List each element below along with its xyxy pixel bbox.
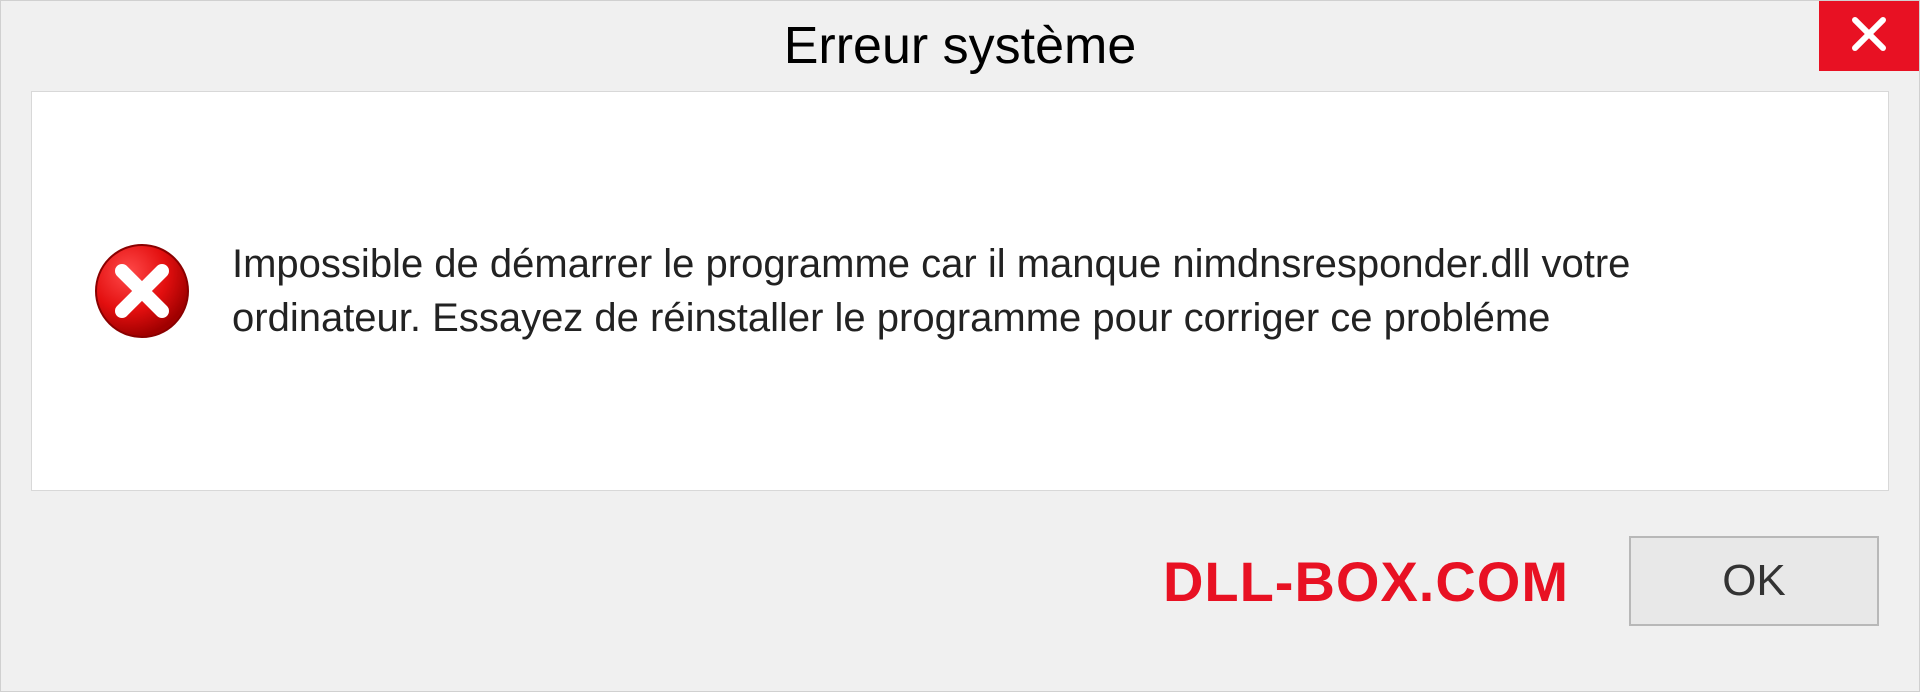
brand-label: DLL-BOX.COM: [1163, 549, 1569, 614]
error-icon: [92, 241, 192, 341]
error-dialog: Erreur système: [0, 0, 1920, 692]
error-message: Impossible de démarrer le programme car …: [232, 237, 1828, 345]
close-button[interactable]: [1819, 1, 1919, 71]
dialog-footer: DLL-BOX.COM OK: [1, 491, 1919, 691]
close-icon: [1849, 14, 1889, 59]
ok-button[interactable]: OK: [1629, 536, 1879, 626]
dialog-title: Erreur système: [784, 16, 1137, 76]
content-panel: Impossible de démarrer le programme car …: [31, 91, 1889, 491]
titlebar: Erreur système: [1, 1, 1919, 91]
